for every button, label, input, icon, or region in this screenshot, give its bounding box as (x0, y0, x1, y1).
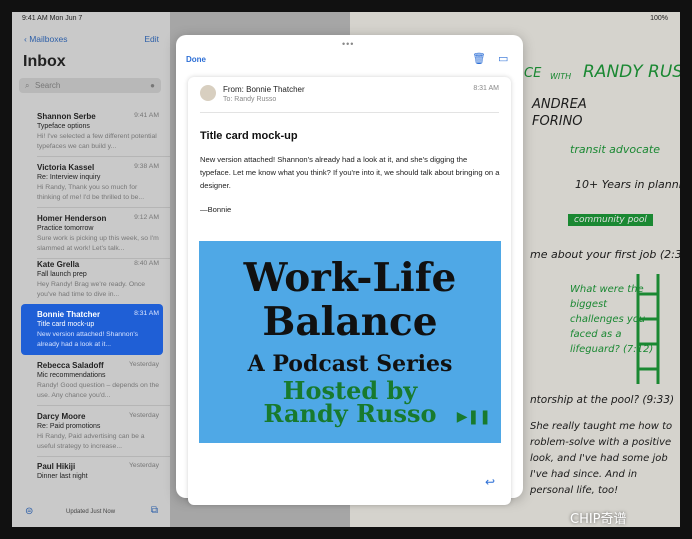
message-time: 8:40 AM (134, 260, 159, 267)
message-subject: Typeface options (37, 123, 90, 130)
list-item[interactable]: Shannon Serbe 9:41 AM Typeface options H… (12, 106, 170, 157)
list-item[interactable]: Kate Grella 8:40 AM Fall launch prep Hey… (12, 254, 170, 305)
message-subject: Title card mock-up (37, 321, 95, 328)
mailboxes-label: Mailboxes (29, 34, 68, 44)
email-sheet: ••• Done 🗑 ▭ From: Bonnie Thatcher To: R… (176, 35, 523, 505)
edit-button[interactable]: Edit (144, 34, 159, 44)
grabber-handle[interactable]: ••• (342, 39, 354, 49)
list-item-selected[interactable]: Bonnie Thatcher 8:31 AM Title card mock-… (21, 304, 163, 355)
filter-icon[interactable]: ⊜ (25, 506, 33, 517)
message-subject: Practice tomorrow (37, 225, 94, 232)
done-button[interactable]: Done (186, 55, 206, 64)
microphone-icon[interactable]: ● (150, 81, 155, 90)
podcast-title-card-image: Work-Life Balance A Podcast Series Hoste… (199, 241, 501, 443)
compose-icon[interactable]: ⧉ (151, 505, 158, 516)
email-time: 8:31 AM (473, 85, 499, 92)
message-time: 9:38 AM (134, 163, 159, 170)
reply-icon[interactable]: ↩ (485, 475, 495, 489)
list-item[interactable]: Darcy Moore Yesterday Re: Paid promotion… (12, 406, 170, 457)
message-sender: Darcy Moore (37, 412, 86, 421)
message-subject: Fall launch prep (37, 271, 87, 278)
mail-sidebar: ‹ Mailboxes Edit Inbox ⌕ Search ● Shanno… (12, 12, 170, 527)
message-sender: Kate Grella (37, 260, 80, 269)
message-time: 9:12 AM (134, 214, 159, 221)
update-status: Updated Just Now (66, 509, 116, 515)
message-sender: Homer Henderson (37, 214, 107, 223)
trash-icon[interactable]: 🗑 (472, 52, 486, 65)
message-preview: Hi! I've selected a few different potent… (37, 133, 157, 150)
status-time: 9:41 AM Mon Jun 7 (22, 15, 83, 22)
message-time: 8:31 AM (134, 310, 159, 317)
ipad-screen: CE WITH RANDY RUSSO ANDREA FORINO transi… (12, 12, 680, 527)
message-sender: Shannon Serbe (37, 112, 96, 121)
message-time: Yesterday (129, 462, 159, 469)
divider (200, 112, 499, 113)
message-time: Yesterday (129, 361, 159, 368)
email-message: From: Bonnie Thatcher To: Randy Russo 8:… (188, 77, 511, 505)
play-pause-icon: ▶❚❚ (456, 409, 491, 425)
avatar (200, 85, 216, 101)
mailboxes-back-button[interactable]: ‹ Mailboxes (24, 34, 67, 44)
message-preview: New version attached! Shannon's already … (37, 331, 139, 348)
email-subject: Title card mock-up (200, 130, 298, 142)
poster-line-1: Work-Life (243, 255, 457, 301)
mail-footer: ⊜ Updated Just Now ⧉ (12, 497, 170, 527)
message-subject: Mic recommendations (37, 372, 106, 379)
message-sender: Paul Hikiji (37, 462, 76, 471)
poster-line-2: Balance (262, 299, 438, 345)
message-preview: Hi Randy, Paid advertising can be a usef… (37, 433, 145, 450)
message-subject: Re: Paid promotions (37, 423, 101, 430)
message-subject: Dinner last night (37, 473, 88, 480)
list-item[interactable]: Homer Henderson 9:12 AM Practice tomorro… (12, 208, 170, 259)
email-signature: —Bonnie (200, 205, 232, 214)
message-preview: Hi Randy, Thank you so much for thinking… (37, 184, 145, 201)
page-title: Inbox (23, 53, 66, 70)
message-preview: Hey Randy! Brag we're ready. Once you've… (37, 281, 146, 298)
message-sender: Bonnie Thatcher (37, 310, 101, 319)
message-sender: Rebecca Saladoff (37, 361, 104, 370)
ipad-frame: CE WITH RANDY RUSSO ANDREA FORINO transi… (0, 0, 692, 539)
message-subject: Re: Interview inquiry (37, 174, 101, 181)
message-preview: Sure work is picking up this week, so I'… (37, 235, 159, 252)
battery-indicator: 100% (650, 15, 668, 22)
search-icon: ⌕ (25, 81, 30, 90)
status-bar: 9:41 AM Mon Jun 7 100% (12, 12, 680, 26)
watermark: CHIP奇谱 (570, 512, 627, 527)
list-item[interactable]: Rebecca Saladoff Yesterday Mic recommend… (12, 355, 170, 406)
poster-line-3: A Podcast Series (247, 351, 453, 377)
poster-line-5: Randy Russo (263, 399, 437, 428)
message-time: 9:41 AM (134, 112, 159, 119)
message-sender: Victoria Kassel (37, 163, 95, 172)
email-from: From: Bonnie Thatcher (223, 85, 305, 94)
search-field[interactable]: ⌕ Search ● (19, 78, 161, 93)
list-item[interactable]: Victoria Kassel 9:38 AM Re: Interview in… (12, 157, 170, 208)
folder-icon[interactable]: ▭ (498, 52, 508, 65)
message-preview: Randy! Good question – depends on the us… (37, 382, 160, 399)
email-to: To: Randy Russo (223, 96, 277, 103)
message-time: Yesterday (129, 412, 159, 419)
email-body: New version attached! Shannon's already … (200, 155, 500, 190)
search-input[interactable]: Search (35, 81, 60, 90)
